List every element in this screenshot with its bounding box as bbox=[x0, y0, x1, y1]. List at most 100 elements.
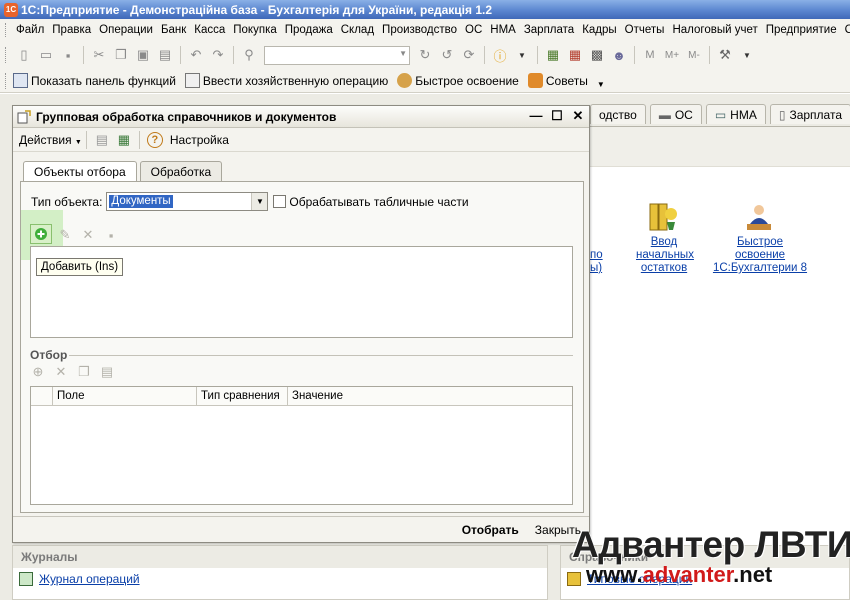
object-type-select[interactable]: Документы ▼ bbox=[106, 192, 269, 211]
quick-start-person-icon bbox=[747, 205, 771, 230]
menu-tax[interactable]: Налоговый учет bbox=[668, 24, 761, 36]
tab-selection-objects[interactable]: Объекты отбора bbox=[23, 161, 137, 182]
partial-link-2[interactable]: ы) bbox=[590, 262, 602, 275]
menu-warehouse[interactable]: Склад bbox=[337, 24, 378, 36]
initial-balances-icon bbox=[649, 203, 677, 231]
info-icon[interactable]: ⓘ bbox=[492, 47, 508, 64]
edit-icon[interactable]: ✎ bbox=[57, 227, 73, 243]
new-document-icon[interactable]: ▯ bbox=[16, 47, 32, 63]
delete-filter-icon[interactable]: ✕ bbox=[53, 364, 69, 380]
chevron-down-icon[interactable]: ▼ bbox=[597, 80, 605, 89]
menu-operations[interactable]: Операции bbox=[95, 24, 157, 36]
menu-purchase[interactable]: Покупка bbox=[229, 24, 280, 36]
find-all-icon[interactable]: ⟳ bbox=[461, 47, 477, 63]
menu-service-partial[interactable]: С bbox=[841, 24, 850, 36]
open-folder-icon[interactable]: ▭ bbox=[38, 47, 54, 63]
users-icon[interactable]: ☻ bbox=[611, 47, 627, 63]
save-icon[interactable]: ▪ bbox=[103, 228, 119, 243]
menu-salary[interactable]: Зарплата bbox=[520, 24, 578, 36]
help-icon[interactable]: ? bbox=[146, 131, 163, 148]
menu-cash[interactable]: Касса bbox=[190, 24, 229, 36]
dialog-titlebar[interactable]: Групповая обработка справочников и докум… bbox=[13, 106, 589, 128]
journals-header: Журналы bbox=[13, 546, 547, 568]
column-comparison-type[interactable]: Тип сравнения bbox=[197, 387, 288, 405]
select-button[interactable]: Отобрать bbox=[454, 523, 527, 537]
menu-sales[interactable]: Продажа bbox=[281, 24, 337, 36]
tips-button[interactable]: Советы bbox=[527, 73, 588, 88]
tips-icon bbox=[527, 73, 543, 88]
wrench-icon[interactable]: ⚒ bbox=[717, 47, 733, 63]
memory-plus-icon[interactable]: M+ bbox=[664, 47, 680, 63]
dialog-tabs: Объекты отбора Обработка bbox=[23, 161, 225, 182]
actions-menu[interactable]: Действия ▼ bbox=[19, 133, 82, 147]
menu-enterprise[interactable]: Предприятие bbox=[762, 24, 841, 36]
menu-intangibles[interactable]: НМА bbox=[486, 24, 520, 36]
search-combo[interactable] bbox=[264, 45, 410, 65]
filter-table[interactable]: Поле Тип сравнения Значение bbox=[30, 386, 573, 505]
settings-button[interactable]: Настройка bbox=[170, 133, 229, 147]
tab-processing[interactable]: Обработка bbox=[139, 161, 223, 181]
redo-icon[interactable]: ↷ bbox=[210, 47, 226, 63]
dialog-toolbar: Действия ▼ ▤ ▦ ? Настройка bbox=[13, 128, 589, 152]
quick-start-link[interactable]: Быстрое освоение 1С:Бухгалтерии 8 bbox=[712, 236, 808, 275]
menu-file[interactable]: Файл bbox=[12, 24, 48, 36]
chevron-down-icon[interactable]: ▼ bbox=[514, 47, 530, 63]
initial-balances-link[interactable]: Ввод начальных остатков bbox=[636, 236, 694, 275]
print-icon[interactable]: ▤ bbox=[94, 132, 110, 148]
undo-icon[interactable]: ↶ bbox=[188, 47, 204, 63]
journal-operations-row[interactable]: Журнал операций bbox=[13, 568, 547, 590]
enter-operation-button[interactable]: Ввести хозяйственную операцию bbox=[184, 73, 388, 88]
search-icon[interactable]: ⚲ bbox=[241, 47, 257, 63]
menu-reports[interactable]: Отчеты bbox=[621, 24, 669, 36]
quick-start-button[interactable]: Быстрое освоение bbox=[397, 73, 519, 88]
export-icon[interactable]: ▦ bbox=[116, 132, 132, 148]
cut-icon[interactable]: ✂ bbox=[91, 47, 107, 63]
chevron-down-icon[interactable]: ▼ bbox=[251, 193, 268, 210]
toolbar-separator bbox=[709, 46, 710, 64]
delete-icon[interactable]: ✕ bbox=[80, 227, 96, 243]
processing-icon bbox=[17, 109, 31, 123]
advanter-watermark: Адвантер ЛВТИ www.advanter.net bbox=[568, 524, 850, 600]
paste-icon[interactable]: ▣ bbox=[135, 47, 151, 63]
tab-production[interactable]: одство bbox=[590, 104, 646, 124]
menu-bank[interactable]: Банк bbox=[157, 24, 190, 36]
maximize-icon[interactable]: ☐ bbox=[548, 108, 566, 124]
filter-list-icon[interactable]: ▤ bbox=[99, 364, 115, 380]
save-icon[interactable]: ▪ bbox=[60, 47, 76, 63]
tab-salary[interactable]: ▯ Зарплата bbox=[769, 104, 850, 124]
actions-label: Действия bbox=[19, 132, 72, 147]
column-field[interactable]: Поле bbox=[53, 387, 197, 405]
filter-table-checkcol bbox=[31, 387, 53, 405]
chevron-down-icon[interactable]: ▼ bbox=[739, 47, 755, 63]
find-prev-icon[interactable]: ↺ bbox=[439, 47, 455, 63]
calendar-icon[interactable]: ▦ bbox=[567, 47, 583, 63]
column-value[interactable]: Значение bbox=[288, 387, 572, 405]
menu-edit[interactable]: Правка bbox=[48, 24, 95, 36]
copy-icon[interactable]: ❐ bbox=[113, 47, 129, 63]
journal-operations-link[interactable]: Журнал операций bbox=[39, 572, 140, 586]
toolbar-grip bbox=[5, 47, 8, 63]
tab-intangibles[interactable]: ▭ НМА bbox=[705, 104, 766, 124]
show-panel-button[interactable]: Показать панель функций bbox=[13, 73, 176, 88]
partial-link-1[interactable]: по bbox=[590, 249, 603, 262]
functions-panel-band bbox=[590, 127, 850, 167]
tab-fixed-assets[interactable]: ▬ ОС bbox=[649, 104, 702, 124]
memory-minus-icon[interactable]: M- bbox=[686, 47, 702, 63]
spreadsheet-icon[interactable]: ▦ bbox=[545, 47, 561, 63]
menu-production[interactable]: Производство bbox=[378, 24, 461, 36]
toolbar-separator bbox=[634, 46, 635, 64]
close-icon[interactable]: ✕ bbox=[569, 108, 587, 124]
copy-filter-icon[interactable]: ❐ bbox=[76, 364, 92, 380]
add-filter-icon[interactable]: ⊕ bbox=[30, 364, 46, 380]
add-button[interactable] bbox=[30, 224, 52, 244]
memory-m-icon[interactable]: M bbox=[642, 47, 658, 63]
find-next-icon[interactable]: ↻ bbox=[417, 47, 433, 63]
calculator-icon[interactable]: ▩ bbox=[589, 47, 605, 63]
toolbar-separator bbox=[85, 130, 87, 149]
menu-hr[interactable]: Кадры bbox=[578, 24, 620, 36]
group-processing-dialog: Групповая обработка справочников и докум… bbox=[12, 105, 590, 543]
process-tables-checkbox[interactable] bbox=[273, 195, 287, 208]
minimize-icon[interactable]: — bbox=[527, 108, 545, 124]
menu-fixed-assets[interactable]: ОС bbox=[461, 24, 486, 36]
delete-icon[interactable]: ▤ bbox=[157, 47, 173, 63]
